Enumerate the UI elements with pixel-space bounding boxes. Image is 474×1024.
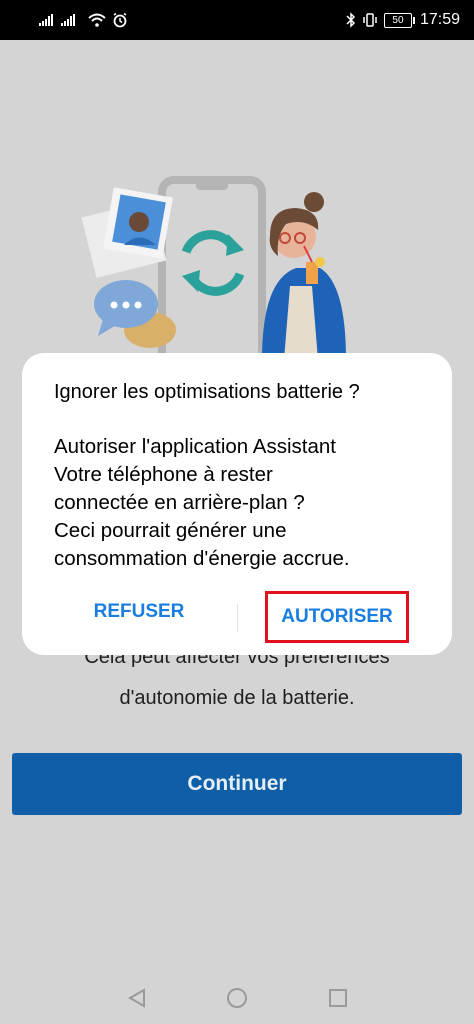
back-icon[interactable] bbox=[126, 987, 148, 1009]
refuse-button[interactable]: REFUSER bbox=[74, 601, 204, 623]
status-time: 17:59 bbox=[419, 11, 460, 28]
authorize-button[interactable]: AUTORISER bbox=[265, 591, 409, 643]
alarm-icon bbox=[113, 12, 127, 28]
dialog-message-line: Ceci pourrait générer une bbox=[54, 519, 287, 542]
status-bar: 50 17:59 bbox=[0, 0, 474, 40]
status-icons-right: 50 17:59 bbox=[346, 10, 460, 30]
continue-button[interactable]: Continuer bbox=[12, 753, 462, 815]
home-icon[interactable] bbox=[226, 987, 248, 1009]
illustration bbox=[81, 176, 346, 360]
vibrate-icon bbox=[363, 13, 377, 27]
dialog-message-line: Autoriser l'application Assistant bbox=[54, 435, 336, 458]
person-illustration bbox=[262, 192, 346, 360]
sync-icon bbox=[181, 230, 245, 296]
battery-icon: 50 bbox=[383, 12, 415, 28]
phone-illustration bbox=[158, 176, 266, 360]
battery-level: 50 bbox=[392, 14, 404, 26]
authorize-button-label: AUTORISER bbox=[281, 606, 393, 627]
dialog-title: Ignorer les optimisations batterie ? bbox=[54, 381, 360, 403]
screen: 50 17:59 Cela peut affecter vos préféren… bbox=[0, 0, 474, 1024]
dialog-message-line: connectée en arrière-plan ? bbox=[54, 491, 305, 514]
dialog-message-line: consommation d'énergie accrue. bbox=[54, 547, 350, 570]
dialog-message: Autoriser l'application Assistant Votre … bbox=[54, 433, 424, 573]
wifi-icon bbox=[88, 13, 106, 27]
battery-optimization-dialog: Ignorer les optimisations batterie ? Aut… bbox=[22, 353, 452, 655]
bluetooth-icon bbox=[346, 12, 356, 28]
navigation-bar bbox=[0, 975, 474, 1024]
info-text-line-2: d'autonomie de la batterie. bbox=[119, 687, 355, 709]
status-icons-left bbox=[38, 10, 128, 30]
signal-icon bbox=[61, 14, 75, 26]
recent-apps-icon[interactable] bbox=[327, 987, 349, 1009]
dialog-message-line: Votre téléphone à rester bbox=[54, 463, 273, 486]
button-divider bbox=[237, 604, 238, 632]
signal-icon bbox=[39, 14, 53, 26]
